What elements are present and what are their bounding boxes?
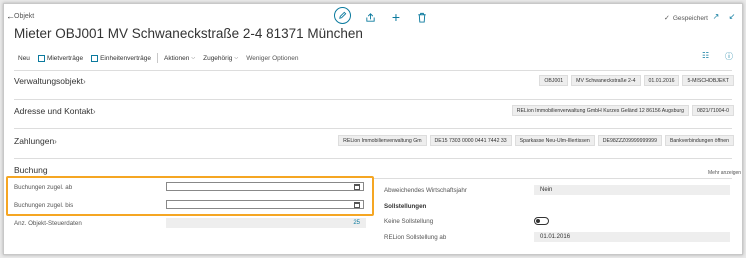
- info-icon[interactable]: ⓘ: [725, 51, 733, 62]
- anz-steuerdaten-value[interactable]: 25: [166, 218, 366, 228]
- anz-steuerdaten-label: Anz. Objekt-Steuerdaten: [14, 220, 82, 227]
- summary-verwaltungsobjekt: OBJ001 MV Schwaneckstraße 2-4 01.01.2016…: [539, 75, 734, 86]
- delete-icon[interactable]: [413, 8, 431, 26]
- calendar-icon[interactable]: [354, 184, 360, 190]
- buchungen-bis-label: Buchungen zugel. bis: [14, 202, 74, 209]
- back-arrow-icon[interactable]: ←: [6, 11, 15, 21]
- collapse-icon[interactable]: ↙: [727, 12, 737, 22]
- document-icon: [91, 54, 99, 62]
- summary-chip: Sparkasse Neu-Ulm-Illertissen: [514, 135, 595, 146]
- summary-chip: 0821/71004-0: [691, 105, 734, 116]
- chevron-right-icon: ›: [92, 107, 96, 116]
- new-button[interactable]: Neu: [14, 55, 34, 62]
- einheitenvertraege-button[interactable]: Einheitenverträge: [87, 54, 155, 62]
- open-new-window-icon[interactable]: ↗: [711, 12, 721, 22]
- section-title: Zahlungen: [14, 136, 55, 146]
- relion-sollstellung-label: RELion Sollstellung ab: [384, 234, 447, 241]
- weniger-optionen-button[interactable]: Weniger Optionen: [242, 55, 302, 62]
- bankverbindungen-oeffnen-button[interactable]: Bankverbindungen öffnen: [664, 135, 734, 146]
- summary-chip: RELion Immobilienverwaltung Gm: [338, 135, 427, 146]
- summary-chip: MV Schwaneckstraße 2-4: [571, 75, 641, 86]
- summary-chip: 01.01.2016: [643, 75, 680, 86]
- divider: [374, 178, 732, 179]
- document-icon: [37, 54, 45, 62]
- summary-chip: RELion Immobilienverwaltung GmbH Kurzes …: [511, 105, 689, 116]
- separator: [157, 53, 159, 63]
- filter-icon[interactable]: ☷: [702, 51, 709, 60]
- divider: [14, 99, 732, 100]
- section-verwaltungsobjekt[interactable]: Verwaltungsobjekt›: [14, 76, 86, 86]
- summary-chip: 5-MISCHOBJEKT: [682, 75, 734, 86]
- toggle-knob: [536, 219, 540, 223]
- keine-sollstellung-label: Keine Sollstellung: [384, 218, 434, 225]
- chevron-right-icon: ›: [54, 137, 57, 146]
- aktionen-label: Aktionen: [164, 54, 190, 62]
- zugehoerig-menu[interactable]: Zugehörig ⌵: [199, 55, 242, 62]
- section-zahlungen[interactable]: Zahlungen›: [14, 136, 57, 146]
- breadcrumb: Objekt: [14, 13, 35, 20]
- chevron-right-icon: ›: [83, 77, 86, 86]
- buchungen-bis-input[interactable]: [166, 200, 364, 209]
- buchungen-ab-label: Buchungen zugel. ab: [14, 184, 73, 191]
- share-icon[interactable]: [361, 8, 379, 26]
- section-buchung[interactable]: Buchung: [14, 165, 48, 175]
- summary-adresse: RELion Immobilienverwaltung GmbH Kurzes …: [511, 105, 734, 116]
- divider: [14, 128, 732, 129]
- calendar-icon[interactable]: [354, 202, 360, 208]
- buchungen-ab-input[interactable]: [166, 182, 364, 191]
- einheitenvertraege-label: Einheitenverträge: [100, 54, 152, 62]
- relion-sollstellung-value[interactable]: 01.01.2016: [534, 232, 730, 242]
- summary-chip: OBJ001: [539, 75, 569, 86]
- section-title: Adresse und Kontakt: [14, 106, 93, 116]
- mietvertraege-button[interactable]: Mietverträge: [34, 54, 87, 62]
- page-title: Mieter OBJ001 MV Schwaneckstraße 2-4 813…: [14, 26, 363, 41]
- sollstellungen-heading: Sollstellungen: [384, 203, 427, 210]
- abweichendes-wj-value[interactable]: Nein: [534, 185, 730, 195]
- section-title: Verwaltungsobjekt: [14, 76, 83, 86]
- section-adresse-kontakt[interactable]: Adresse und Kontakt›: [14, 106, 96, 116]
- aktionen-menu[interactable]: Aktionen ⌵: [160, 55, 199, 62]
- summary-chip: DE98ZZZ09999999999: [597, 135, 662, 146]
- action-bar: Neu Mietverträge Einheitenverträge Aktio…: [14, 51, 302, 65]
- mehr-anzeigen-link[interactable]: Mehr anzeigen: [708, 170, 741, 176]
- weniger-label: Weniger Optionen: [246, 54, 299, 62]
- summary-chip: DE15 7303 0000 0441 7442 33: [429, 135, 512, 146]
- new-label: Neu: [18, 54, 30, 62]
- zugehoerig-label: Zugehörig: [203, 54, 233, 62]
- check-icon: ✓: [664, 15, 670, 22]
- divider: [14, 158, 732, 159]
- keine-sollstellung-toggle[interactable]: [534, 217, 549, 225]
- chevron-down-icon: ⌵: [191, 55, 196, 61]
- save-status: ✓ Gespeichert: [664, 14, 708, 23]
- saved-label: Gespeichert: [672, 14, 708, 22]
- summary-zahlungen: RELion Immobilienverwaltung Gm DE15 7303…: [338, 135, 734, 146]
- divider: [14, 70, 732, 71]
- mietvertraege-label: Mietverträge: [46, 54, 84, 62]
- abweichendes-wj-label: Abweichendes Wirtschaftsjahr: [384, 187, 467, 194]
- add-icon[interactable]: +: [387, 8, 405, 26]
- edit-pencil-icon[interactable]: [334, 7, 351, 24]
- chevron-down-icon: ⌵: [234, 55, 239, 61]
- page: ← Objekt Mieter OBJ001 MV Schwaneckstraß…: [3, 3, 743, 255]
